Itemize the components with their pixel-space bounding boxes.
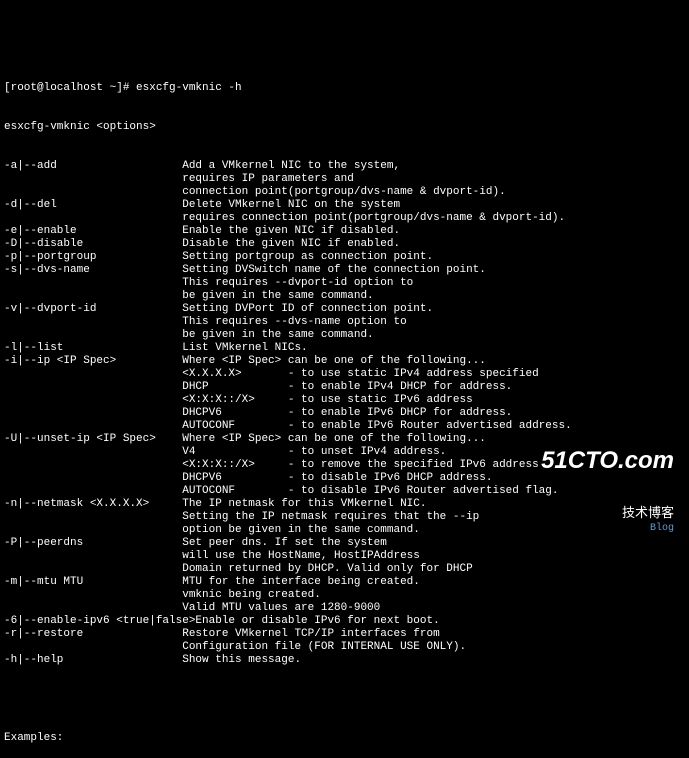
option-line: -d|--del Delete VMkernel NIC on the syst… [4, 199, 685, 212]
watermark: 51CTO.com 技术博客 Blog [541, 428, 674, 561]
option-line: -6|--enable-ipv6 <true|false>Enable or d… [4, 615, 685, 628]
watermark-subtitle: 技术博客 Blog [541, 493, 674, 548]
option-line: This requires --dvport-id option to [4, 277, 685, 290]
option-line: DHCPV6 - to enable IPv6 DHCP for address… [4, 407, 685, 420]
options-list: -a|--add Add a VMkernel NIC to the syste… [4, 160, 685, 667]
option-line: -m|--mtu MTU MTU for the interface being… [4, 576, 685, 589]
watermark-domain: 51CTO.com [541, 454, 674, 467]
option-line: vmknic being created. [4, 589, 685, 602]
examples-label: Examples: [4, 732, 685, 745]
option-line: -r|--restore Restore VMkernel TCP/IP int… [4, 628, 685, 641]
usage-line: esxcfg-vmknic <options> [4, 121, 685, 134]
option-line: -i|--ip <IP Spec> Where <IP Spec> can be… [4, 355, 685, 368]
option-line: requires connection point(portgroup/dvs-… [4, 212, 685, 225]
option-line: -D|--disable Disable the given NIC if en… [4, 238, 685, 251]
option-line: -p|--portgroup Setting portgroup as conn… [4, 251, 685, 264]
option-line: -v|--dvport-id Setting DVPort ID of conn… [4, 303, 685, 316]
option-line: requires IP parameters and [4, 173, 685, 186]
option-line: <X:X:X::/X> - to use static IPv6 address [4, 394, 685, 407]
option-line: Valid MTU values are 1280-9000 [4, 602, 685, 615]
option-line: <X.X.X.X> - to use static IPv4 address s… [4, 368, 685, 381]
option-line: -l|--list List VMkernel NICs. [4, 342, 685, 355]
option-line: Domain returned by DHCP. Valid only for … [4, 563, 685, 576]
option-line: connection point(portgroup/dvs-name & dv… [4, 186, 685, 199]
option-line: -a|--add Add a VMkernel NIC to the syste… [4, 160, 685, 173]
spacer [4, 693, 685, 706]
option-line: -e|--enable Enable the given NIC if disa… [4, 225, 685, 238]
option-line: -s|--dvs-name Setting DVSwitch name of t… [4, 264, 685, 277]
option-line: be given in the same command. [4, 290, 685, 303]
option-line: Configuration file (FOR INTERNAL USE ONL… [4, 641, 685, 654]
option-line: DHCP - to enable IPv4 DHCP for address. [4, 381, 685, 394]
command-prompt: [root@localhost ~]# esxcfg-vmknic -h [4, 82, 685, 95]
option-line: be given in the same command. [4, 329, 685, 342]
option-line: This requires --dvs-name option to [4, 316, 685, 329]
option-line: -h|--help Show this message. [4, 654, 685, 667]
